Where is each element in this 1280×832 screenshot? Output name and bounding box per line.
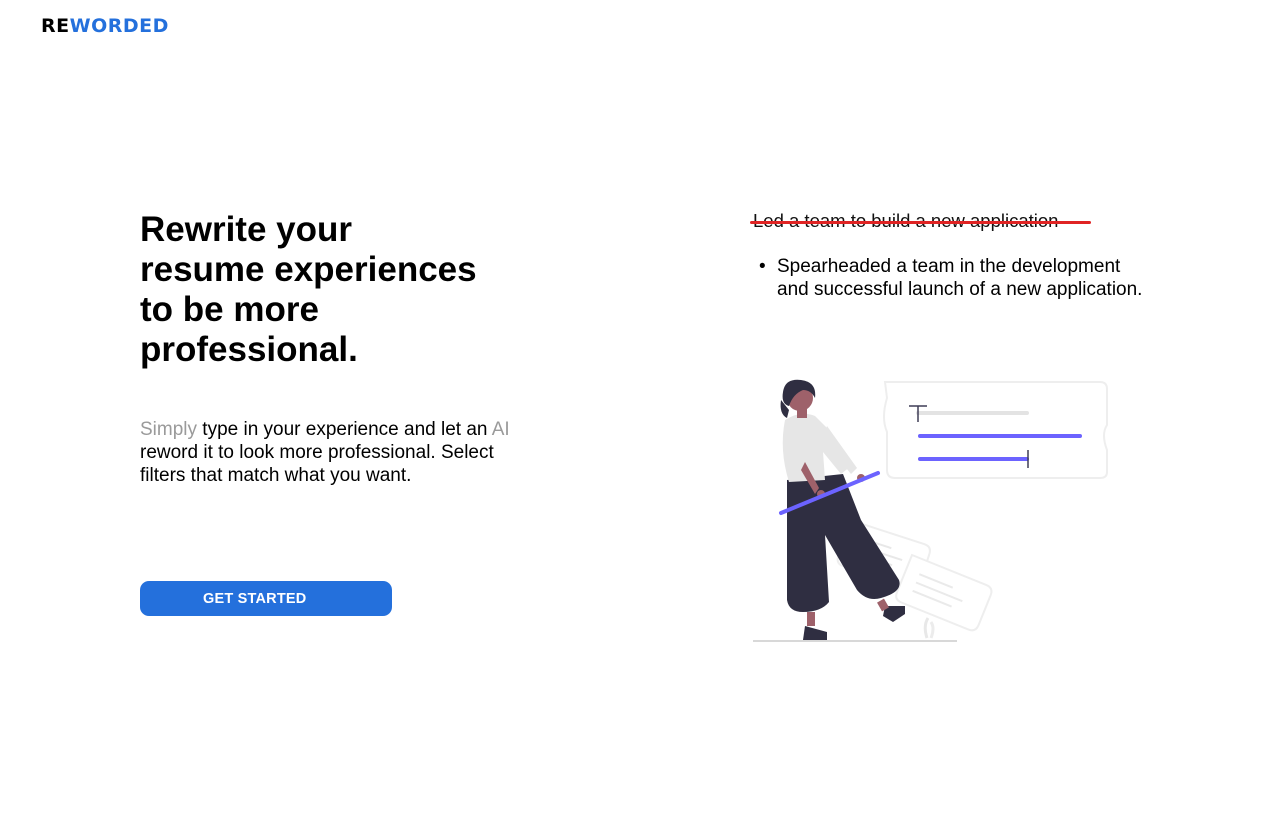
falling-paper-card <box>895 553 993 632</box>
highlight-simply: Simply <box>140 419 198 440</box>
landing-page: REWORDED Rewrite your resume experiences… <box>0 0 1280 832</box>
bullet-marker: • <box>759 256 766 277</box>
document-card <box>883 381 1108 479</box>
brand-logo-prefix: RE <box>41 15 70 37</box>
reworded-experience-text: Spearheaded a team in the development an… <box>777 256 1143 300</box>
highlight-ai: AI <box>491 419 510 440</box>
reworded-list-item: • Spearheaded a team in the development … <box>759 255 1149 301</box>
strikethrough-line <box>750 221 1091 224</box>
brand-logo[interactable]: REWORDED <box>41 15 169 37</box>
get-started-button[interactable]: GET STARTED <box>140 581 392 616</box>
hero-description: Simply type in your experience and let a… <box>140 418 520 487</box>
hero-headline: Rewrite your resume experiences to be mo… <box>140 210 477 369</box>
woman-editing-document-illustration <box>753 379 1108 642</box>
brand-logo-suffix: WORDED <box>69 15 169 37</box>
reworded-list: • Spearheaded a team in the development … <box>759 255 1149 301</box>
description-part-1: type in your experience and let an <box>197 419 492 440</box>
description-part-2: reword it to look more professional. Sel… <box>140 442 494 486</box>
